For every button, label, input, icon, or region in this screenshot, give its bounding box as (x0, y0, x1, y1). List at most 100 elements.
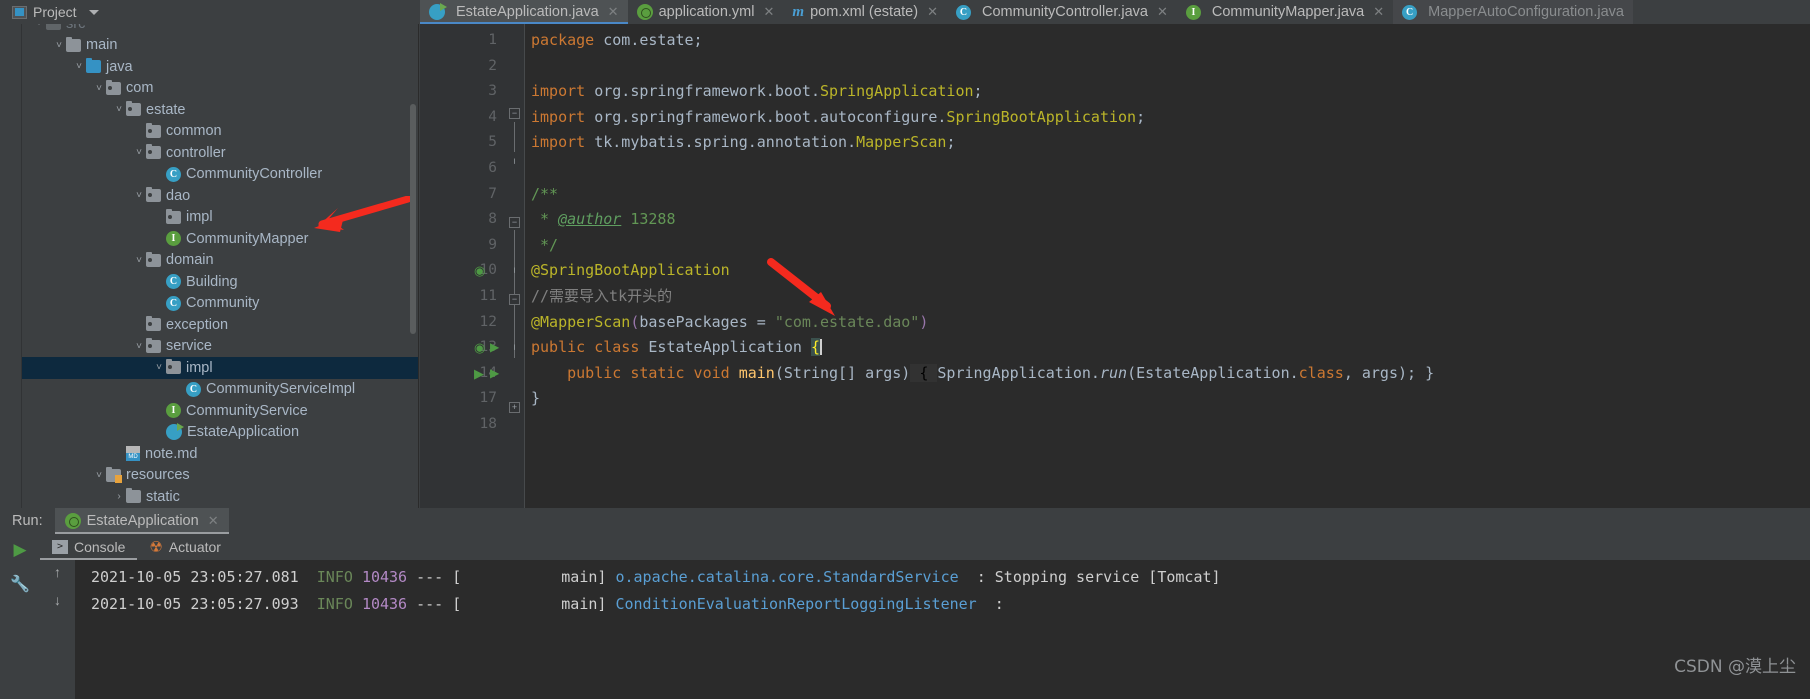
tree-item-label: EstateApplication (187, 424, 300, 441)
editor-tab-mapperautoconfiguration-java[interactable]: C MapperAutoConfiguration.java (1393, 0, 1633, 24)
tree-item-communitycontroller[interactable]: C CommunityController (22, 164, 418, 186)
tree-item-java[interactable]: ˅ java (22, 56, 418, 78)
console-output[interactable]: 2021-10-05 23:05:27.081 INFO 10436 --- [… (75, 560, 1810, 699)
chevron-down-icon[interactable] (88, 9, 99, 15)
tree-item-controller[interactable]: ˅ controller (22, 142, 418, 164)
tree-item-communitymapper[interactable]: I CommunityMapper (22, 228, 418, 250)
tree-item-label: com (126, 80, 154, 97)
log-pid: 10436 (361, 568, 408, 586)
line-number: 8 (488, 211, 497, 228)
tree-item-exception[interactable]: exception (22, 314, 418, 336)
editor-tab-estateapplication-java[interactable]: EstateApplication.java ✕ (420, 0, 628, 24)
code-editor[interactable]: 1 2 3 4 5 6 7 8 9 10 11 12 13 14 17 18 ◉ ◉ ▶ ▶ ▶ − ╵ − ╵ − ╵… (420, 24, 1810, 508)
tree-item-communityserviceimpl[interactable]: C CommunityServiceImpl (22, 379, 418, 401)
folder-blue-icon (86, 58, 101, 74)
tree-item-src[interactable]: ˅ src (22, 24, 418, 35)
run-toolbar[interactable]: ▶ 🔧 (0, 534, 40, 699)
chevron-down-icon[interactable]: ˅ (132, 255, 146, 266)
run-icon[interactable]: ▶ (13, 540, 26, 560)
tree-item-estate[interactable]: ˅ estate (22, 99, 418, 121)
tree-item-label: resources (126, 467, 190, 484)
scroll-down-icon[interactable]: ↓ (54, 592, 61, 608)
editor-tab-bar[interactable]: EstateApplication.java ✕ application.yml ✕ m… (420, 0, 1810, 24)
editor-tab-pom-xml-estate-[interactable]: m pom.xml (estate) ✕ (783, 0, 947, 24)
close-icon[interactable]: ✕ (1373, 4, 1384, 20)
project-tree[interactable]: ˅src˅main˅java˅com˅estatecommon˅controll… (22, 24, 418, 508)
code-line[interactable]: public static void main(String[] args) {… (531, 361, 1810, 387)
chevron-down-icon[interactable]: ˅ (92, 470, 106, 481)
tree-item-common[interactable]: common (22, 121, 418, 143)
chevron-down-icon[interactable]: ˅ (32, 24, 46, 29)
close-icon[interactable]: ✕ (927, 4, 938, 20)
editor-tab-communitycontroller-java[interactable]: C CommunityController.java ✕ (947, 0, 1177, 24)
tree-item-service[interactable]: ˅ service (22, 336, 418, 358)
gutter-run-marker-line-14[interactable]: ▶ (474, 361, 484, 387)
console-subtabs[interactable]: > Console ☢ Actuator (40, 534, 1810, 560)
project-tool-window-button[interactable]: Project (0, 0, 99, 24)
close-icon[interactable]: ✕ (1157, 4, 1168, 20)
console-scroll-controls[interactable]: ↑ ↓ (40, 560, 75, 699)
tree-item-building[interactable]: C Building (22, 271, 418, 293)
fold-toggle-method[interactable]: + (509, 402, 520, 413)
fold-toggle-javadoc[interactable]: − (509, 217, 520, 228)
console-subtab-console[interactable]: > Console (40, 534, 138, 560)
console-subtab-actuator[interactable]: ☢ Actuator (137, 534, 233, 560)
chevron-down-icon[interactable]: ˅ (52, 40, 66, 51)
editor-code-text[interactable]: package com.estate; import org.springfram… (525, 24, 1810, 508)
code-line[interactable]: @SpringBootApplication (531, 258, 1810, 284)
code-line[interactable]: */ (531, 233, 1810, 259)
code-line[interactable] (531, 412, 1810, 438)
gutter-run-arrow-line-13[interactable]: ▶ (490, 335, 499, 361)
editor-tab-communitymapper-java[interactable]: I CommunityMapper.java ✕ (1177, 0, 1393, 24)
chevron-down-icon[interactable]: ˅ (112, 104, 126, 115)
project-tree-panel[interactable]: ˅src˅main˅java˅com˅estatecommon˅controll… (0, 24, 419, 508)
wrench-icon[interactable]: 🔧 (10, 574, 30, 594)
chevron-down-icon[interactable]: ˅ (92, 83, 106, 94)
chevron-down-icon[interactable]: ˅ (132, 341, 146, 352)
close-icon[interactable]: ✕ (764, 4, 775, 20)
gutter-run-marker-line-13[interactable]: ◉ (474, 335, 485, 361)
code-line[interactable]: package com.estate; (531, 28, 1810, 54)
code-line[interactable]: import tk.mybatis.spring.annotation.Mapp… (531, 130, 1810, 156)
close-icon[interactable]: ✕ (208, 513, 219, 529)
gutter-run-arrow-line-14[interactable]: ▶ (490, 361, 499, 387)
tree-item-domain[interactable]: ˅ domain (22, 250, 418, 272)
tree-item-community[interactable]: C Community (22, 293, 418, 315)
scroll-up-icon[interactable]: ↑ (54, 564, 61, 580)
code-line[interactable]: import org.springframework.boot.autoconf… (531, 105, 1810, 131)
close-icon[interactable]: ✕ (608, 4, 619, 20)
chevron-down-icon[interactable]: ˅ (132, 147, 146, 158)
editor-tab-application-yml[interactable]: application.yml ✕ (628, 0, 784, 24)
code-line[interactable] (531, 156, 1810, 182)
code-line[interactable]: * @author 13288 (531, 207, 1810, 233)
spring-class-icon (166, 423, 184, 441)
tree-item-impl[interactable]: ˅ impl (22, 357, 418, 379)
tree-item-com[interactable]: ˅ com (22, 78, 418, 100)
editor-tab-label: application.yml (658, 4, 755, 20)
chevron-down-icon[interactable]: ˅ (132, 190, 146, 201)
tree-item-main[interactable]: ˅ main (22, 35, 418, 57)
tree-item-note-md[interactable]: note.md (22, 443, 418, 465)
tree-item-dao[interactable]: ˅ dao (22, 185, 418, 207)
chevron-down-icon[interactable]: ˅ (72, 61, 86, 72)
code-line[interactable]: import org.springframework.boot.SpringAp… (531, 79, 1810, 105)
fold-toggle-imports[interactable]: − (509, 108, 520, 119)
code-line[interactable]: //需要导入tk开头的 (531, 284, 1810, 310)
editor-fold-gutter[interactable]: − ╵ − ╵ − ╵ + (505, 24, 525, 508)
code-line[interactable]: /** (531, 182, 1810, 208)
tree-item-static[interactable]: › static (22, 486, 418, 508)
chevron-right-icon[interactable]: › (112, 491, 126, 502)
code-line[interactable]: public class EstateApplication { (531, 335, 1810, 361)
tree-item-impl[interactable]: impl (22, 207, 418, 229)
code-line[interactable] (531, 54, 1810, 80)
chevron-down-icon[interactable]: ˅ (152, 362, 166, 373)
gutter-run-marker-line-10[interactable]: ◉ (474, 258, 485, 284)
fold-toggle-annotation[interactable]: − (509, 294, 520, 305)
sidebar-scrollbar[interactable] (410, 104, 416, 334)
code-line[interactable]: @MapperScan(basePackages = "com.estate.d… (531, 310, 1810, 336)
tree-item-communityservice[interactable]: I CommunityService (22, 400, 418, 422)
run-config-tab[interactable]: EstateApplication ✕ (54, 508, 229, 534)
tree-item-resources[interactable]: ˅ resources (22, 465, 418, 487)
tree-item-estateapplication[interactable]: EstateApplication (22, 422, 418, 444)
code-line[interactable]: } (531, 386, 1810, 412)
